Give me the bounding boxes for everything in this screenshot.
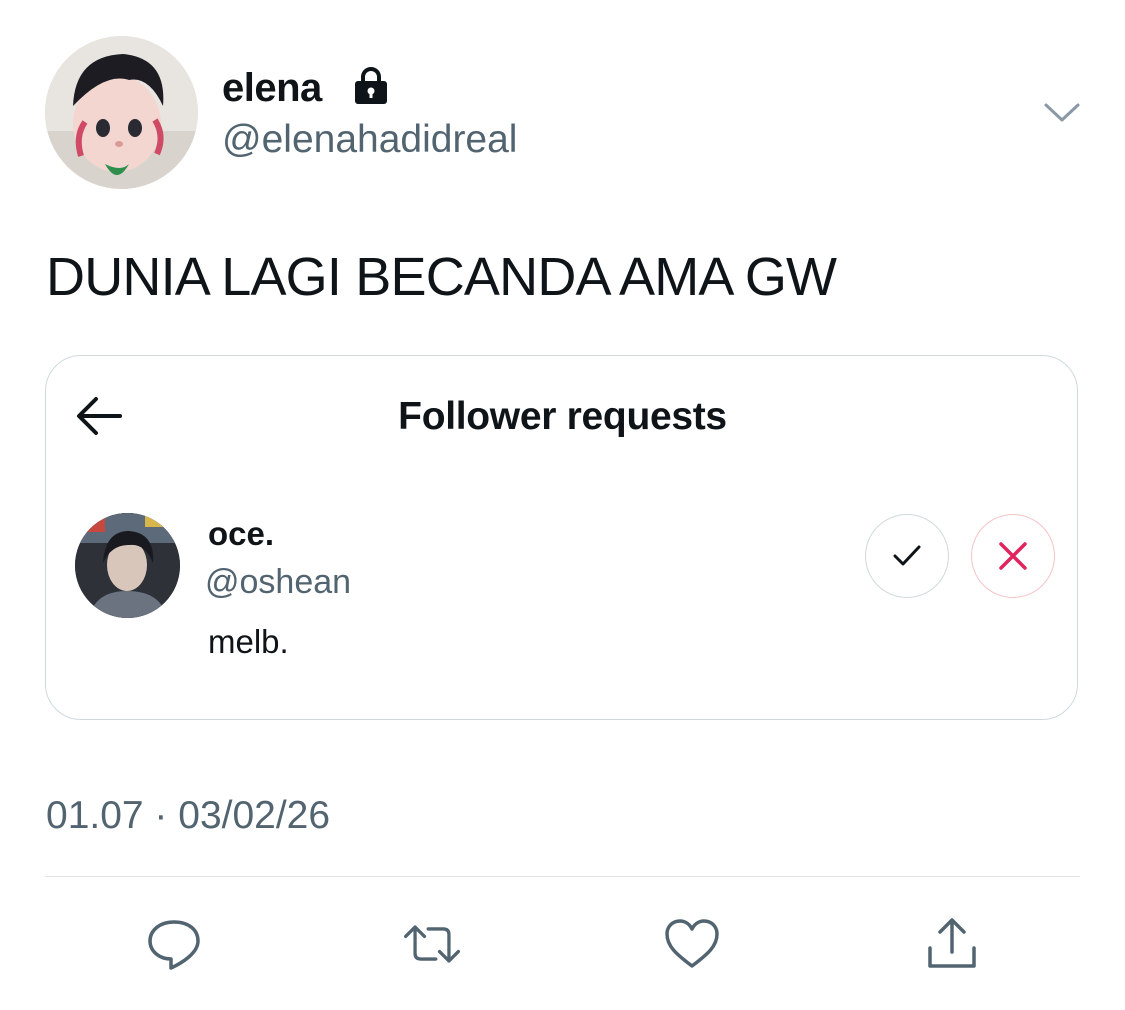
author-handle[interactable]: @elenahadidreal xyxy=(222,116,517,164)
author-avatar[interactable] xyxy=(45,36,198,189)
chevron-down-icon[interactable] xyxy=(1043,97,1081,127)
share-button[interactable] xyxy=(920,912,984,976)
decline-request-button xyxy=(971,514,1055,598)
divider xyxy=(45,876,1080,877)
reply-button[interactable] xyxy=(142,912,206,976)
tweet-timestamp[interactable]: 01.07 · 03/02/26 xyxy=(46,793,330,839)
like-button[interactable] xyxy=(660,912,724,976)
checkmark-icon xyxy=(893,545,921,566)
requester-name: oce. xyxy=(208,515,275,552)
reply-icon xyxy=(148,920,200,970)
lock-icon xyxy=(351,66,391,106)
requester-bio: melb. xyxy=(208,623,289,660)
requester-avatar xyxy=(75,513,180,618)
requester-handle: @oshean xyxy=(205,563,352,601)
author-display-name[interactable]: elena xyxy=(222,64,322,112)
tweet-text: DUNIA LAGI BECANDA AMA GW xyxy=(46,247,837,307)
card-title: Follower requests xyxy=(398,395,727,438)
retweet-icon xyxy=(404,925,460,963)
heart-icon xyxy=(665,919,719,968)
close-icon xyxy=(999,542,1027,570)
retweet-button[interactable] xyxy=(400,912,464,976)
share-icon xyxy=(928,918,976,968)
accept-request-button xyxy=(865,514,949,598)
